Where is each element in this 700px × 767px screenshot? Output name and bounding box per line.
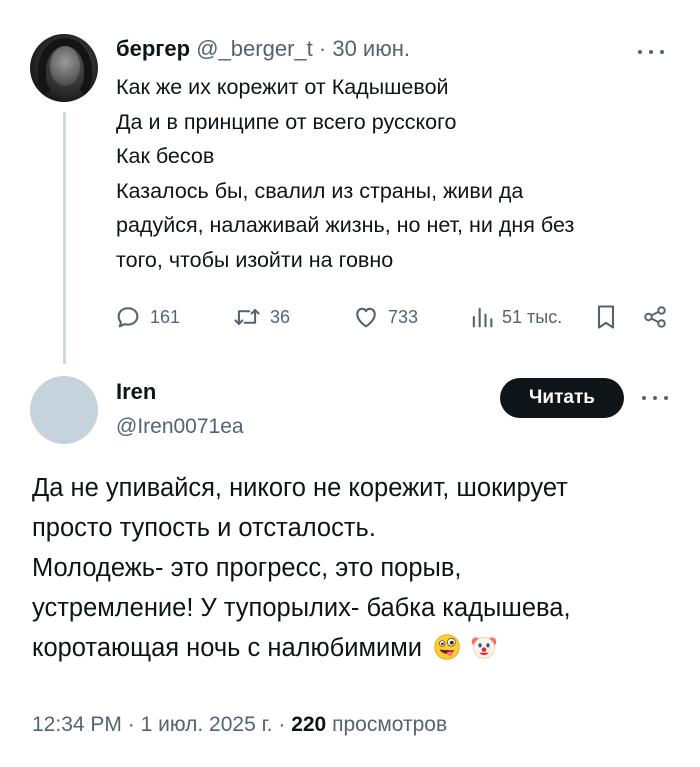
heart-icon xyxy=(356,307,376,328)
author-name[interactable]: бергер xyxy=(116,36,190,61)
meta-separator: · xyxy=(278,713,286,736)
tweet-text-line: Да не упивайся, никого не корежит, шокир… xyxy=(32,474,568,502)
clown-face-emoji xyxy=(471,637,497,659)
share-icon xyxy=(644,306,666,328)
tweet-text-line: Как бесов xyxy=(116,144,215,168)
reply-count: 161 xyxy=(150,306,181,327)
tweet-date[interactable]: 30 июн. xyxy=(332,36,410,61)
tweet-text-line: радуйся, налаживай жизнь, но нет, ни дня… xyxy=(116,213,575,237)
tweet-date[interactable]: 1 июл. 2025 г. xyxy=(141,713,273,736)
author-name[interactable]: Iren xyxy=(116,378,156,406)
tweet-text-line-with-emoji: коротающая ночь с налюбимими xyxy=(32,628,682,668)
author-handle[interactable]: @Iren0071ea xyxy=(116,413,244,441)
tweet-text-line: коротающая ночь с налюбимими xyxy=(32,634,423,662)
reply-tweet: Iren @Iren0071ea Читать Да не упивайся, … xyxy=(0,360,700,767)
tweet-text: Да не упивайся, никого не корежит, шокир… xyxy=(32,468,682,668)
more-options-icon[interactable] xyxy=(634,42,668,62)
bookmark-button[interactable] xyxy=(594,300,618,334)
dot xyxy=(638,50,642,54)
dot xyxy=(660,50,664,54)
tweet-text-line: Как же их корежит от Кадышевой xyxy=(116,75,449,99)
meta-separator: · xyxy=(127,713,135,736)
dot xyxy=(653,396,657,400)
thread-connector-line xyxy=(63,112,66,364)
avatar[interactable] xyxy=(30,376,98,444)
header-separator: · xyxy=(318,36,327,61)
bookmark-icon xyxy=(597,305,615,329)
tweet-text-line: того, чтобы изойти на говно xyxy=(116,247,394,272)
avatar[interactable] xyxy=(30,34,98,102)
tweet-text-line: Да и в принципе от всего русского xyxy=(116,109,457,134)
like-count: 733 xyxy=(388,306,419,327)
reply-button[interactable]: 161 xyxy=(114,300,180,334)
bar-chart-icon xyxy=(472,307,493,328)
views-count: 51 тыс. xyxy=(502,306,563,327)
views-label: просмотров xyxy=(332,713,448,736)
retweet-button[interactable]: 36 xyxy=(232,300,290,334)
author-handle[interactable]: @_berger_t xyxy=(196,36,313,61)
like-button[interactable]: 733 xyxy=(352,300,418,334)
tweet-meta: 12:34 PM · 1 июл. 2025 г. · 220 просмотр… xyxy=(32,710,447,740)
dot xyxy=(642,396,646,400)
tweet-text-line: устремление! У тупорылих- бабка кадышева… xyxy=(32,594,571,622)
tweet-text-line: Казалось бы, свалил из страны, живи да xyxy=(116,178,524,203)
parent-tweet: бергер @_berger_t · 30 июн. Как же их ко… xyxy=(0,0,700,364)
retweet-count: 36 xyxy=(270,306,291,327)
action-bar: 161 36 733 51 тыс. xyxy=(114,300,674,334)
views-button[interactable]: 51 тыс. xyxy=(470,300,562,334)
tweet-time[interactable]: 12:34 PM xyxy=(32,713,122,736)
avatar-face xyxy=(50,46,80,86)
dot xyxy=(664,396,668,400)
dot xyxy=(649,50,653,54)
tweet-text: Как же их корежит от Кадышевой Да и в пр… xyxy=(116,70,676,277)
follow-button[interactable]: Читать xyxy=(500,378,624,418)
more-options-icon[interactable] xyxy=(638,388,672,408)
tweet-header: бергер @_berger_t · 30 июн. xyxy=(116,34,410,64)
share-button[interactable] xyxy=(642,300,668,334)
tweet-text-line: просто тупость и отсталость. xyxy=(32,514,376,542)
zany-face-emoji xyxy=(434,634,460,660)
retweet-arrows-icon xyxy=(234,309,260,325)
views-count: 220 xyxy=(291,713,327,736)
speech-bubble-icon xyxy=(117,307,139,328)
tweet-text-line: Молодежь- это прогресс, это порыв, xyxy=(32,554,462,582)
